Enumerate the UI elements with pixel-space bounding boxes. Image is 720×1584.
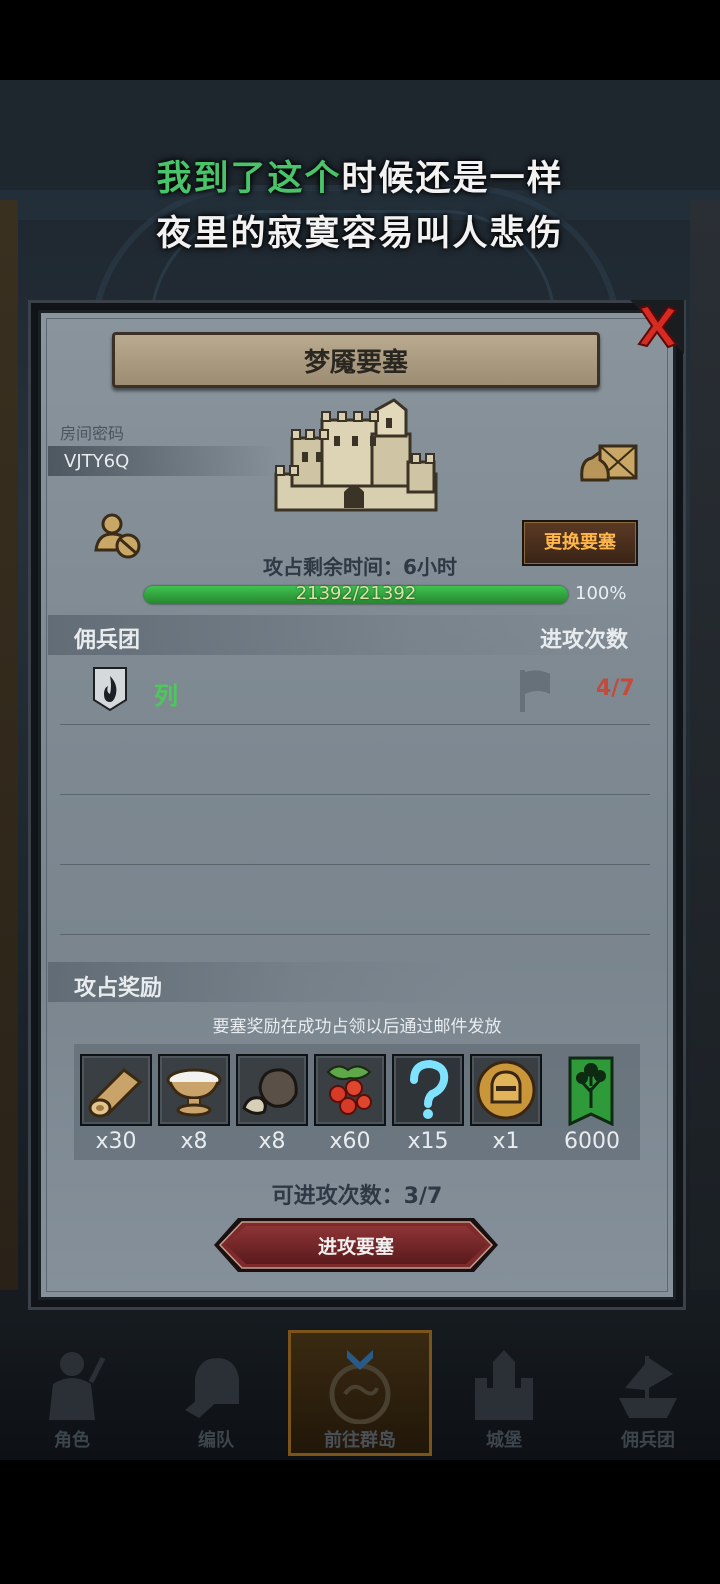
reward-slot-ore[interactable]: [236, 1054, 308, 1126]
close-button[interactable]: [630, 300, 684, 354]
nav-label-castle: 城堡: [486, 1430, 522, 1451]
remaining-attacks: 可进攻次数：3/7: [271, 1184, 443, 1209]
nav-item-castle[interactable]: 城堡: [432, 1330, 576, 1456]
nav-label-mercenary: 佣兵团: [621, 1430, 675, 1451]
berries-icon: [318, 1058, 382, 1122]
reward-qty: 6000: [564, 1129, 620, 1154]
attack-fortress-label: 进攻要塞: [317, 1236, 394, 1258]
status-bar: [0, 0, 720, 80]
reward-note: 要塞奖励在成功占领以后通过邮件发放: [212, 1017, 502, 1037]
left-edge-panel: [0, 200, 18, 1290]
mercenary-name[interactable]: 列: [154, 676, 178, 711]
row-divider: [60, 934, 650, 935]
dialog-title: 梦魇要塞: [303, 348, 408, 378]
lyrics-line-2: 夜里的寂寞容易叫人悲伤: [156, 214, 564, 254]
system-bottom-area: [0, 1460, 720, 1584]
reward-slot-milk[interactable]: [158, 1054, 230, 1126]
fortress-hp-text: 21392/21392: [295, 583, 417, 604]
room-code-label: 房间密码: [60, 424, 125, 443]
reward-slot-mystery[interactable]: [392, 1054, 464, 1126]
right-edge-panel: [690, 200, 720, 1290]
lyrics-line-1-rest: 时候还是一样: [341, 159, 564, 199]
row-divider: [60, 794, 650, 795]
row-divider: [60, 724, 650, 725]
reward-slot-wood[interactable]: [80, 1054, 152, 1126]
nav-item-islands[interactable]: 前往群岛: [288, 1330, 432, 1456]
occupation-time-remaining: 攻占剩余时间：6小时: [263, 555, 457, 579]
knight-icon: [49, 1352, 106, 1420]
nav-label-character: 角色: [54, 1430, 90, 1451]
fortress-castle-icon: [274, 398, 438, 512]
island-compass-icon: [329, 1350, 391, 1424]
fortress-hp-percent: 100%: [575, 583, 627, 604]
reward-qty: x8: [180, 1129, 208, 1154]
flag-icon: [520, 670, 550, 712]
mercenary-attack-count: 4/7: [596, 676, 635, 701]
nav-item-character[interactable]: 角色: [0, 1330, 144, 1456]
nav-label-formation: 编队: [198, 1430, 234, 1451]
close-icon: [630, 300, 684, 354]
room-code-value[interactable]: VJTY6Q: [64, 451, 129, 472]
reward-qty: x15: [407, 1129, 449, 1154]
tree-banner-icon[interactable]: [568, 1056, 614, 1126]
knight-helmet-coin-icon: [474, 1058, 538, 1122]
helmet-formation-icon: [185, 1358, 239, 1418]
mercenary-section-title: 佣兵团: [74, 628, 141, 653]
attack-count-column-title: 进攻次数: [540, 628, 629, 653]
reward-qty: x60: [329, 1129, 371, 1154]
reward-section-title: 攻占奖励: [74, 976, 163, 1001]
question-mark-icon: [396, 1058, 460, 1122]
wood-log-icon: [84, 1058, 148, 1122]
milk-bowl-icon: [162, 1058, 226, 1122]
ship-icon: [619, 1356, 677, 1418]
resource-bag-icon[interactable]: [578, 438, 640, 486]
reward-qty: x8: [258, 1129, 286, 1154]
reward-slot-berries[interactable]: [314, 1054, 386, 1126]
nav-label-islands: 前往群岛: [324, 1430, 396, 1451]
reward-qty: x30: [95, 1129, 137, 1154]
ore-rock-icon: [240, 1058, 304, 1122]
nav-item-formation[interactable]: 编队: [144, 1330, 288, 1456]
nav-item-mercenary[interactable]: 佣兵团: [576, 1330, 720, 1456]
castle-icon: [475, 1350, 533, 1420]
lyrics-line-1: 我到了这个时候还是一样: [0, 150, 720, 201]
row-divider: [60, 864, 650, 865]
reward-qty: x1: [492, 1129, 520, 1154]
reward-slot-helmet[interactable]: [470, 1054, 542, 1126]
lyrics-highlight: 我到了这个: [156, 159, 342, 199]
fire-emblem-icon: [93, 667, 127, 712]
